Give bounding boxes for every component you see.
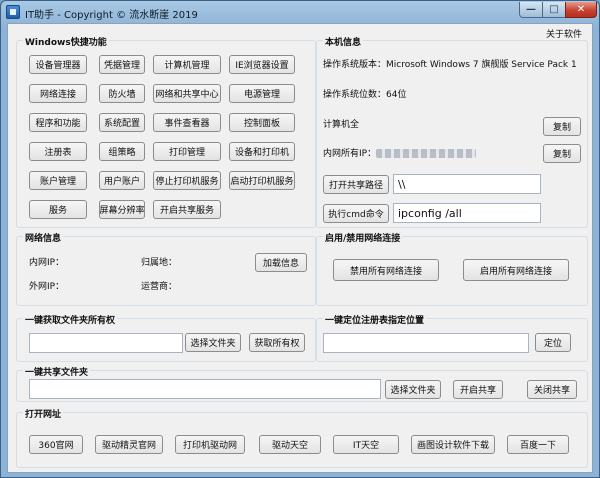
group-policy-button[interactable]: 组策略 [99, 142, 145, 161]
control-panel-button[interactable]: 控制面板 [229, 113, 295, 132]
maximize-button[interactable]: □ [542, 2, 566, 18]
minimize-button[interactable]: — [519, 2, 543, 18]
user-accounts-button[interactable]: 用户账户 [99, 171, 145, 190]
location-text: 归属地： [141, 258, 178, 268]
ownership-path-input[interactable] [29, 333, 183, 353]
about-link[interactable]: 关于软件 [546, 27, 582, 40]
get-ownership-button[interactable]: 获取所有权 [249, 333, 305, 352]
disable-all-network-button[interactable]: 禁用所有网络连接 [333, 259, 439, 281]
network-info-title: 网络信息 [23, 231, 64, 244]
device-manager-button[interactable]: 设备管理器 [29, 55, 87, 74]
shortcuts-title: Windows快捷功能 [23, 35, 109, 48]
open-360-site-button[interactable]: 360官网 [29, 435, 83, 454]
open-baidu-button[interactable]: 百度一下 [507, 435, 569, 454]
app-icon [6, 5, 20, 19]
open-driver-sky-site-button[interactable]: 驱动天空 [259, 435, 321, 454]
title-bar[interactable]: IT助手 - Copyright © 流水断崖 2019 — □ ✕ [1, 1, 599, 23]
local-info-title: 本机信息 [323, 35, 364, 48]
enable-share-button[interactable]: 开启共享 [453, 380, 503, 399]
enable-all-network-button[interactable]: 启用所有网络连接 [463, 259, 569, 281]
network-connections-button[interactable]: 网络连接 [29, 84, 87, 103]
print-management-button[interactable]: 打印管理 [153, 142, 221, 161]
open-it-sky-site-button[interactable]: IT天空 [333, 435, 399, 454]
credential-manager-button[interactable]: 凭据管理 [99, 55, 145, 74]
services-button[interactable]: 服务 [29, 200, 87, 219]
urls-group: 打开网址 360官网 驱动精灵官网 打印机驱动网 驱动天空 IT天空 画图设计软件下载 百度… [16, 407, 588, 468]
isp-text: 运营商： [141, 282, 178, 292]
os-bits-text: 操作系统位数：64位 [323, 90, 407, 100]
network-info-group: 网络信息 内网IP： 归属地： 外网IP： 运营商： 加载信息 [16, 231, 316, 306]
disable-share-button[interactable]: 关闭共享 [527, 380, 577, 399]
ownership-title: 一键获取文件夹所有权 [23, 313, 118, 326]
open-printer-driver-site-button[interactable]: 打印机驱动网 [175, 435, 245, 454]
computer-name-text: 计算机全 [323, 120, 360, 130]
share-folder-group: 一键共享文件夹 选择文件夹 开启共享 关闭共享 [16, 365, 588, 402]
screen-resolution-button[interactable]: 屏幕分辨率 [99, 200, 145, 219]
devices-printers-button[interactable]: 设备和打印机 [229, 142, 295, 161]
registry-path-input[interactable] [323, 333, 529, 353]
load-info-button[interactable]: 加载信息 [255, 253, 307, 272]
copy-ip-button[interactable]: 复制 [543, 144, 581, 163]
lan-ip-text: 内网IP： [29, 258, 65, 268]
system-config-button[interactable]: 系统配置 [99, 113, 145, 132]
start-printer-service-button[interactable]: 启动打印机服务 [229, 171, 295, 190]
firewall-button[interactable]: 防火墙 [99, 84, 145, 103]
programs-features-button[interactable]: 程序和功能 [29, 113, 87, 132]
cmd-input[interactable]: ipconfig /all [393, 203, 541, 223]
share-path-input[interactable]: \\ [393, 174, 541, 194]
registry-title: 一键定位注册表指定位置 [323, 313, 427, 326]
registry-editor-button[interactable]: 注册表 [29, 142, 87, 161]
app-window: IT助手 - Copyright © 流水断崖 2019 — □ ✕ 关于软件 … [0, 0, 600, 478]
ie-settings-button[interactable]: IE浏览器设置 [229, 55, 295, 74]
share-select-folder-button[interactable]: 选择文件夹 [385, 380, 441, 399]
net-toggle-title: 启用/禁用网络连接 [323, 231, 403, 244]
client-area: 关于软件 Windows快捷功能 设备管理器 凭据管理 计算机管理 IE浏览器设置 网络… [7, 23, 593, 473]
copy-computer-name-button[interactable]: 复制 [543, 117, 581, 136]
open-share-path-button[interactable]: 打开共享路径 [323, 175, 389, 194]
event-viewer-button[interactable]: 事件查看器 [153, 113, 221, 132]
intranet-ip-label-text: 内网所有IP： [323, 149, 377, 159]
wan-ip-text: 外网IP： [29, 282, 65, 292]
open-drivergenius-site-button[interactable]: 驱动精灵官网 [95, 435, 163, 454]
network-sharing-center-button[interactable]: 网络和共享中心 [153, 84, 221, 103]
power-management-button[interactable]: 电源管理 [229, 84, 295, 103]
run-cmd-button[interactable]: 执行cmd命令 [323, 204, 389, 223]
locate-registry-button[interactable]: 定位 [535, 333, 571, 352]
stop-printer-service-button[interactable]: 停止打印机服务 [153, 171, 221, 190]
shortcuts-group: Windows快捷功能 设备管理器 凭据管理 计算机管理 IE浏览器设置网络连接 防火墙… [16, 35, 316, 228]
computer-management-button[interactable]: 计算机管理 [153, 55, 221, 74]
urls-title: 打开网址 [23, 407, 64, 420]
open-design-software-site-button[interactable]: 画图设计软件下载 [411, 435, 495, 454]
ip-value-redacted [376, 149, 477, 158]
share-folder-title: 一键共享文件夹 [23, 365, 91, 378]
close-button[interactable]: ✕ [565, 2, 597, 18]
local-info-group: 本机信息 操作系统版本：Microsoft Windows 7 旗舰版 Serv… [316, 35, 588, 228]
intranet-ip-label: 内网所有IP： [323, 146, 477, 159]
account-management-button[interactable]: 账户管理 [29, 171, 87, 190]
os-version-text: 操作系统版本：Microsoft Windows 7 旗舰版 Service P… [323, 60, 577, 70]
share-folder-path-input[interactable] [29, 379, 381, 399]
net-toggle-group: 启用/禁用网络连接 禁用所有网络连接 启用所有网络连接 [316, 231, 588, 306]
ownership-select-folder-button[interactable]: 选择文件夹 [185, 333, 241, 352]
registry-group: 一键定位注册表指定位置 定位 [316, 313, 588, 362]
window-title: IT助手 - Copyright © 流水断崖 2019 [25, 10, 198, 21]
enable-share-service-button[interactable]: 开启共享服务 [153, 200, 221, 219]
ownership-group: 一键获取文件夹所有权 选择文件夹 获取所有权 [16, 313, 316, 362]
